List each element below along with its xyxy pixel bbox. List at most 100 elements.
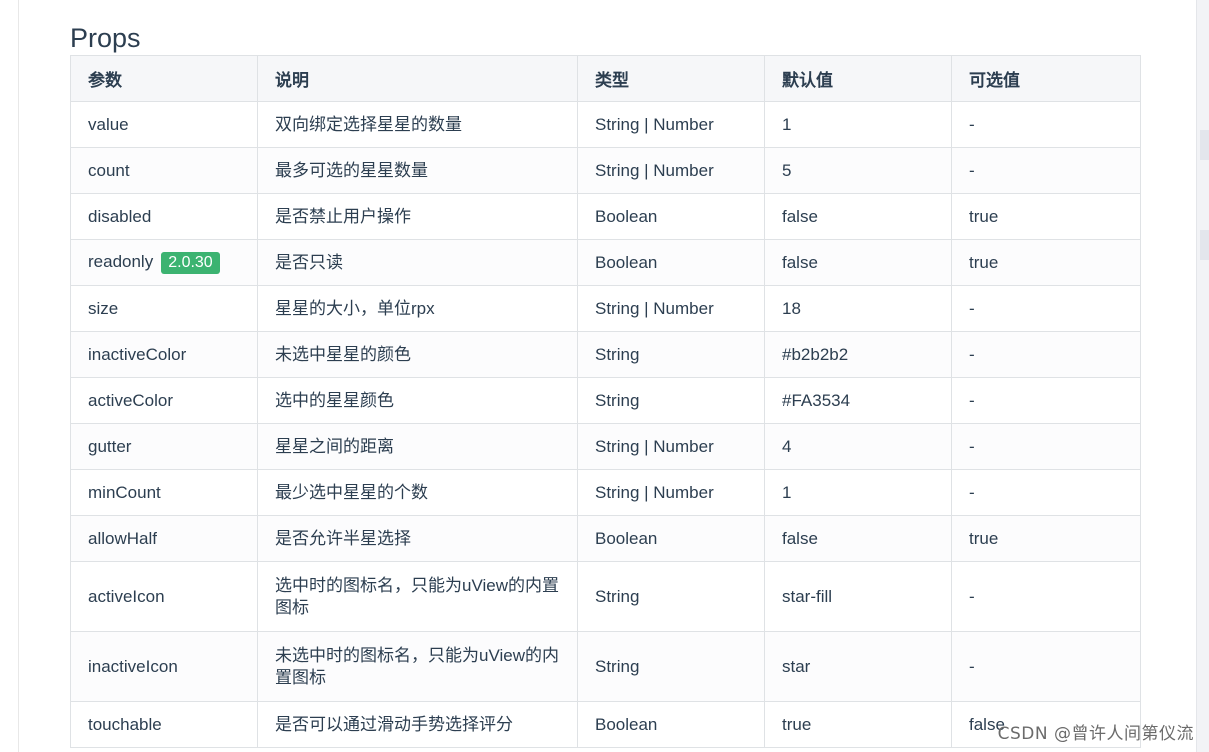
table-row: size 星星的大小，单位rpx String | Number 18-: [70, 285, 1141, 332]
cell-default: false: [764, 515, 952, 562]
cell-type: String | Number: [577, 423, 765, 470]
side-panel-mark: [1200, 130, 1209, 160]
cell-type: Boolean: [577, 239, 765, 286]
table-row: count 最多可选的星星数量 String | Number 5-: [70, 147, 1141, 194]
table-row: inactiveIcon 未选中时的图标名，只能为uView的内置图标 String…: [70, 631, 1141, 702]
cell-type: Boolean: [577, 701, 765, 748]
cell-default: 5: [764, 147, 952, 194]
table-row: gutter 星星之间的距离 String | Number 4-: [70, 423, 1141, 470]
version-badge: 2.0.30: [161, 251, 220, 274]
cell-desc: 是否只读: [257, 239, 578, 286]
cell-default: 1: [764, 469, 952, 516]
cell-param: gutter: [70, 423, 258, 470]
table-body: value 双向绑定选择星星的数量 String | Number 1- count 最多…: [70, 101, 1141, 748]
table-header-row: 参数 说明 类型 默认值 可选值: [70, 55, 1141, 102]
cell-type: String | Number: [577, 101, 765, 148]
table-row: activeIcon 选中时的图标名，只能为uView的内置图标 String sta…: [70, 561, 1141, 632]
cell-options: -: [951, 561, 1141, 632]
cell-default: false: [764, 239, 952, 286]
param-name: activeIcon: [88, 586, 165, 606]
table-row: disabled 是否禁止用户操作 Boolean false true: [70, 193, 1141, 240]
param-name: activeColor: [88, 390, 174, 410]
param-name: count: [88, 160, 130, 180]
cell-desc: 是否允许半星选择: [257, 515, 578, 562]
cell-param: touchable: [70, 701, 258, 748]
param-name: gutter: [88, 436, 132, 456]
cell-default: false: [764, 193, 952, 240]
cell-type: Boolean: [577, 193, 765, 240]
param-name: touchable: [88, 714, 162, 734]
cell-default: #FA3534: [764, 377, 952, 424]
cell-desc: 选中时的图标名，只能为uView的内置图标: [257, 561, 578, 632]
cell-default: 1: [764, 101, 952, 148]
cell-desc: 星星的大小，单位rpx: [257, 285, 578, 332]
cell-param: value: [70, 101, 258, 148]
table-row: allowHalf 是否允许半星选择 Boolean false true: [70, 515, 1141, 562]
cell-param: disabled: [70, 193, 258, 240]
cell-options: -: [951, 469, 1141, 516]
table-row: inactiveColor 未选中星星的颜色 String #b2b2b2-: [70, 331, 1141, 378]
table-row: readonly 2.0.30 是否只读 Boolean false true: [70, 239, 1141, 286]
cell-default: #b2b2b2: [764, 331, 952, 378]
param-name: disabled: [88, 206, 152, 226]
cell-param: inactiveColor: [70, 331, 258, 378]
param-name: minCount: [88, 482, 161, 502]
header-options: 可选值: [951, 55, 1141, 102]
cell-default: 4: [764, 423, 952, 470]
param-name: inactiveColor: [88, 344, 187, 364]
cell-desc: 选中的星星颜色: [257, 377, 578, 424]
cell-options: -: [951, 377, 1141, 424]
cell-default: star-fill: [764, 561, 952, 632]
cell-type: String: [577, 331, 765, 378]
cell-desc: 最少选中星星的个数: [257, 469, 578, 516]
cell-type: String: [577, 377, 765, 424]
cell-type: String | Number: [577, 285, 765, 332]
cell-options: -: [951, 423, 1141, 470]
cell-type: String | Number: [577, 469, 765, 516]
header-default: 默认值: [764, 55, 952, 102]
cell-options: -: [951, 285, 1141, 332]
cell-desc: 最多可选的星星数量: [257, 147, 578, 194]
cell-param: activeIcon: [70, 561, 258, 632]
cell-param: count: [70, 147, 258, 194]
cell-param: size: [70, 285, 258, 332]
cell-desc: 是否禁止用户操作: [257, 193, 578, 240]
cell-options: true: [951, 239, 1141, 286]
left-divider: [18, 0, 19, 752]
watermark: CSDN @曾许人间第仪流: [997, 724, 1194, 744]
section-title: Props: [70, 23, 141, 53]
props-table: 参数 说明 类型 默认值 可选值 value 双向绑定选择星星的数量 String …: [70, 55, 1141, 748]
cell-type: String: [577, 561, 765, 632]
param-name: allowHalf: [88, 528, 157, 548]
cell-desc: 未选中时的图标名，只能为uView的内置图标: [257, 631, 578, 702]
cell-param: minCount: [70, 469, 258, 516]
param-name: inactiveIcon: [88, 656, 178, 676]
cell-desc: 是否可以通过滑动手势选择评分: [257, 701, 578, 748]
cell-options: -: [951, 101, 1141, 148]
header-desc: 说明: [257, 55, 578, 102]
table-row: activeColor 选中的星星颜色 String #FA3534-: [70, 377, 1141, 424]
table-row: touchable 是否可以通过滑动手势选择评分 Boolean true false: [70, 701, 1141, 748]
right-side-panel: [1196, 0, 1209, 752]
table-row: minCount 最少选中星星的个数 String | Number 1-: [70, 469, 1141, 516]
cell-type: Boolean: [577, 515, 765, 562]
cell-type: String: [577, 631, 765, 702]
cell-options: -: [951, 147, 1141, 194]
cell-desc: 星星之间的距离: [257, 423, 578, 470]
param-name: value: [88, 114, 129, 134]
cell-param: readonly 2.0.30: [70, 239, 258, 286]
cell-param: inactiveIcon: [70, 631, 258, 702]
param-name: size: [88, 298, 119, 318]
cell-default: 18: [764, 285, 952, 332]
cell-options: -: [951, 631, 1141, 702]
cell-param: activeColor: [70, 377, 258, 424]
cell-default: true: [764, 701, 952, 748]
param-name: readonly: [88, 251, 154, 271]
cell-default: star: [764, 631, 952, 702]
cell-param: allowHalf: [70, 515, 258, 562]
doc-page: Props 参数 说明 类型 默认值 可选值 value 双向绑定选择星星的数量 S…: [0, 0, 1209, 752]
cell-options: -: [951, 331, 1141, 378]
cell-options: true: [951, 193, 1141, 240]
header-param: 参数: [70, 55, 258, 102]
cell-type: String | Number: [577, 147, 765, 194]
